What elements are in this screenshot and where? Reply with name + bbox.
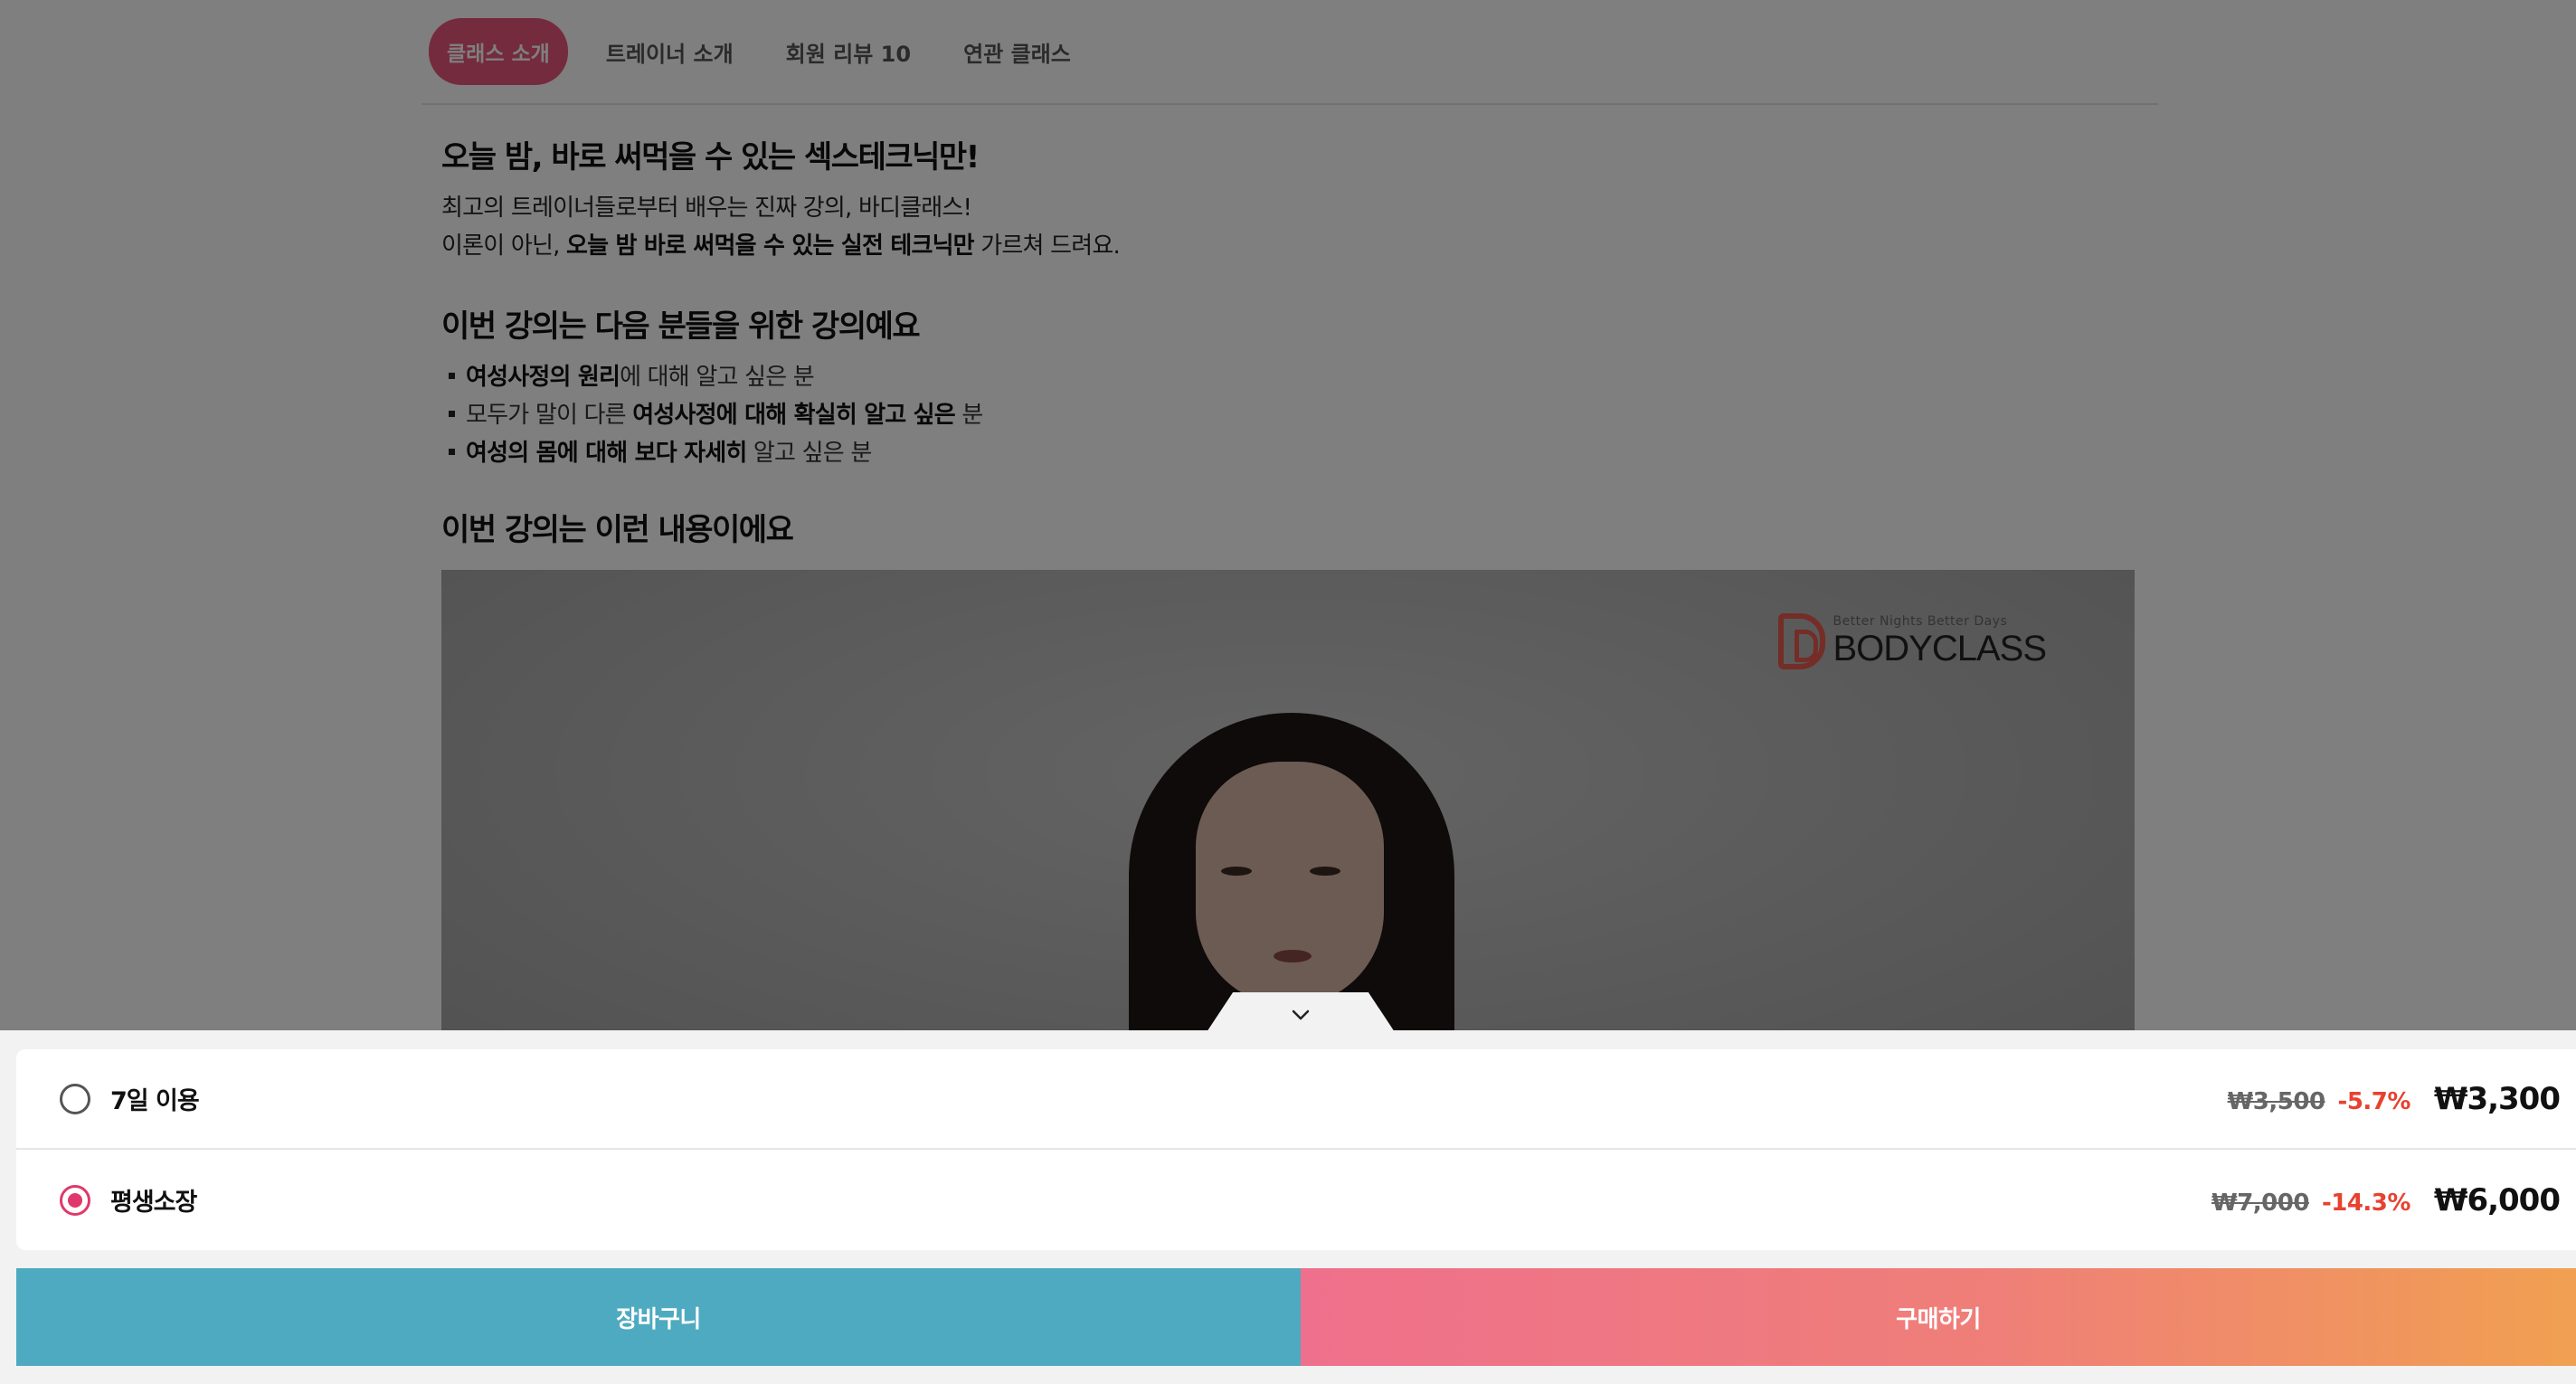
buy-now-button[interactable]: 구매하기 xyxy=(1301,1268,2576,1366)
option-price: ₩3,500 -5.7% ₩3,300 xyxy=(2227,1080,2561,1117)
discount-rate: -14.3% xyxy=(2321,1189,2411,1217)
option-label: 7일 이용 xyxy=(110,1087,200,1115)
option-7-days[interactable]: 7일 이용 ₩3,500 -5.7% ₩3,300 xyxy=(16,1049,2576,1150)
chevron-down-icon[interactable] xyxy=(1290,1004,1312,1026)
option-radio[interactable] xyxy=(60,1083,90,1114)
add-to-cart-button[interactable]: 장바구니 xyxy=(16,1268,1301,1366)
final-price: ₩6,000 xyxy=(2433,1181,2561,1218)
discount-rate: -5.7% xyxy=(2337,1087,2411,1115)
original-price: ₩3,500 xyxy=(2227,1087,2325,1115)
original-price: ₩7,000 xyxy=(2211,1189,2309,1217)
option-price: ₩7,000 -14.3% ₩6,000 xyxy=(2211,1181,2561,1218)
option-radio-selected[interactable] xyxy=(60,1184,90,1216)
option-label: 평생소장 xyxy=(110,1189,197,1217)
final-price: ₩3,300 xyxy=(2433,1080,2561,1117)
purchase-options: 7일 이용 ₩3,500 -5.7% ₩3,300 평생소장 ₩7,000 -1… xyxy=(16,1049,2576,1250)
option-lifetime[interactable]: 평생소장 ₩7,000 -14.3% ₩6,000 xyxy=(16,1150,2576,1250)
